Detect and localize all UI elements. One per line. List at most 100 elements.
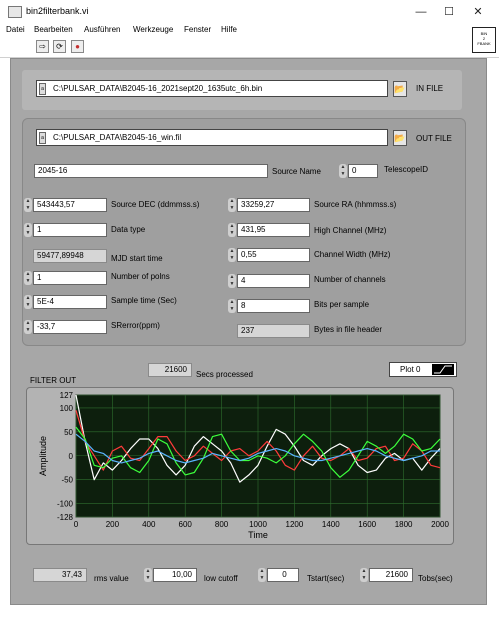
outfile-label: OUT FILE — [416, 134, 452, 143]
folder-icon: 📂 — [394, 84, 406, 94]
high-channel-input[interactable]: 431,95 — [237, 223, 310, 237]
source-ra-label: Source RA (hhmmss.s) — [314, 200, 397, 209]
source-name-label: Source Name — [272, 167, 321, 176]
low-cutoff-input[interactable]: 10,00 — [153, 568, 197, 582]
tobs-input[interactable]: 21600 — [369, 568, 413, 582]
y-axis-label: Amplitude — [38, 436, 48, 476]
srerror-label: SRerror(ppm) — [111, 321, 160, 330]
y-tick-label: 0 — [69, 452, 74, 461]
run-continuously-button[interactable]: ⟳ — [53, 40, 66, 53]
channel-width-input[interactable]: 0,55 — [237, 248, 310, 262]
outfile-browse-button[interactable]: 📂 — [393, 130, 407, 146]
num-channels-label: Number of channels — [314, 275, 386, 284]
plot-line-style-icon — [432, 364, 454, 375]
srerror-input[interactable]: -33,7 — [33, 320, 107, 334]
y-tick-label: -50 — [61, 476, 73, 485]
source-name-input[interactable]: 2045-16 — [34, 164, 268, 178]
x-tick-label: 1800 — [395, 520, 413, 529]
x-tick-label: 400 — [142, 520, 156, 529]
header-bytes-indicator: 237 — [237, 324, 310, 338]
high-channel-spinner[interactable]: ▲ ▼ — [228, 223, 236, 237]
tobs-spinner[interactable]: ▲ ▼ — [360, 568, 368, 582]
data-type-spinner[interactable]: ▲ ▼ — [24, 223, 32, 237]
x-tick-label: 0 — [74, 520, 79, 529]
run-button[interactable]: ⇨ — [36, 40, 49, 53]
y-tick-label: 127 — [60, 391, 74, 400]
channel-width-label: Channel Width (MHz) — [314, 250, 391, 259]
close-button[interactable]: ✕ — [470, 4, 486, 20]
maximize-button[interactable]: ☐ — [441, 4, 457, 20]
num-polns-spinner[interactable]: ▲ ▼ — [24, 271, 32, 285]
menu-fenster[interactable]: Fenster — [184, 25, 211, 34]
num-polns-input[interactable]: 1 — [33, 271, 107, 285]
x-axis-label: Time — [248, 530, 268, 540]
y-tick-label: 100 — [60, 404, 74, 413]
tstart-input[interactable]: 0 — [267, 568, 299, 582]
x-tick-label: 800 — [215, 520, 229, 529]
plot-legend[interactable]: Plot 0 — [389, 362, 457, 377]
filter-out-chart: 0 200 400 600 800 1000 1200 1400 1600 1800 2000127… — [38, 391, 449, 540]
infile-label: IN FILE — [416, 84, 444, 93]
app-icon — [8, 6, 22, 18]
y-tick-label: -100 — [57, 500, 74, 509]
mjd-start-label: MJD start time — [111, 254, 163, 263]
data-type-label: Data type — [111, 225, 146, 234]
menu-werkzeuge[interactable]: Werkzeuge — [133, 25, 173, 34]
vi-icon-line: FBANK — [477, 41, 491, 46]
bits-per-sample-label: Bits per sample — [314, 300, 370, 309]
x-tick-label: 1600 — [358, 520, 376, 529]
low-cutoff-label: low cutoff — [204, 574, 238, 583]
tstart-spinner[interactable]: ▲ ▼ — [258, 568, 266, 582]
path-type-icon: a — [39, 83, 46, 95]
x-tick-label: 200 — [106, 520, 120, 529]
x-tick-label: 600 — [179, 520, 193, 529]
bits-per-sample-input[interactable]: 8 — [237, 299, 310, 313]
sample-time-label: Sample time (Sec) — [111, 296, 177, 305]
x-tick-label: 1000 — [249, 520, 267, 529]
source-dec-input[interactable]: 543443,57 — [33, 198, 107, 212]
srerror-spinner[interactable]: ▲ ▼ — [24, 320, 32, 334]
x-tick-label: 1200 — [286, 520, 304, 529]
menu-bar — [0, 24, 499, 38]
infile-path-input[interactable]: C:\PULSAR_DATA\B2045-16_2021sept20_1635u… — [36, 80, 388, 97]
num-channels-spinner[interactable]: ▲ ▼ — [228, 274, 236, 288]
vi-icon: BIN 2 FBANK — [472, 27, 496, 53]
path-type-icon: a — [39, 132, 46, 144]
window-title: bin2filterbank.vi — [26, 6, 89, 16]
telescope-id-label: TelescopeID — [384, 165, 429, 174]
telescope-id-input[interactable]: 0 — [348, 164, 378, 178]
telescope-id-spinner[interactable]: ▲ ▼ — [339, 164, 347, 178]
x-tick-label: 1400 — [322, 520, 340, 529]
secs-processed-label: Secs processed — [196, 370, 253, 379]
source-ra-input[interactable]: 33259,27 — [237, 198, 310, 212]
minimize-button[interactable]: — — [413, 4, 429, 20]
filter-out-label: FILTER OUT — [30, 376, 77, 385]
x-tick-label: 2000 — [431, 520, 449, 529]
y-tick-label: -128 — [57, 513, 74, 522]
num-polns-label: Number of polns — [111, 272, 170, 281]
source-dec-spinner[interactable]: ▲ ▼ — [24, 198, 32, 212]
high-channel-label: High Channel (MHz) — [314, 226, 387, 235]
mjd-start-indicator: 59477,89948 — [33, 249, 107, 263]
abort-button[interactable]: ● — [71, 40, 84, 53]
tstart-label: Tstart(sec) — [307, 574, 345, 583]
sample-time-input[interactable]: 5E-4 — [33, 295, 107, 309]
low-cutoff-spinner[interactable]: ▲ ▼ — [144, 568, 152, 582]
sample-time-spinner[interactable]: ▲ ▼ — [24, 295, 32, 309]
menu-hilfe[interactable]: Hilfe — [221, 25, 237, 34]
menu-ausfuehren[interactable]: Ausführen — [84, 25, 120, 34]
num-channels-input[interactable]: 4 — [237, 274, 310, 288]
menu-datei[interactable]: Datei — [6, 25, 25, 34]
secs-processed-indicator: 21600 — [148, 363, 192, 377]
y-tick-label: 50 — [64, 428, 73, 437]
menu-bearbeiten[interactable]: Bearbeiten — [34, 25, 73, 34]
plot-legend-label: Plot 0 — [400, 365, 421, 374]
rms-indicator: 37,43 — [33, 568, 87, 582]
outfile-path-input[interactable]: C:\PULSAR_DATA\B2045-16_win.fil — [36, 129, 388, 146]
infile-browse-button[interactable]: 📂 — [393, 81, 407, 97]
channel-width-spinner[interactable]: ▲ ▼ — [228, 248, 236, 262]
source-ra-spinner[interactable]: ▲ ▼ — [228, 198, 236, 212]
data-type-input[interactable]: 1 — [33, 223, 107, 237]
bits-per-sample-spinner[interactable]: ▲ ▼ — [228, 299, 236, 313]
folder-icon: 📂 — [394, 133, 406, 143]
